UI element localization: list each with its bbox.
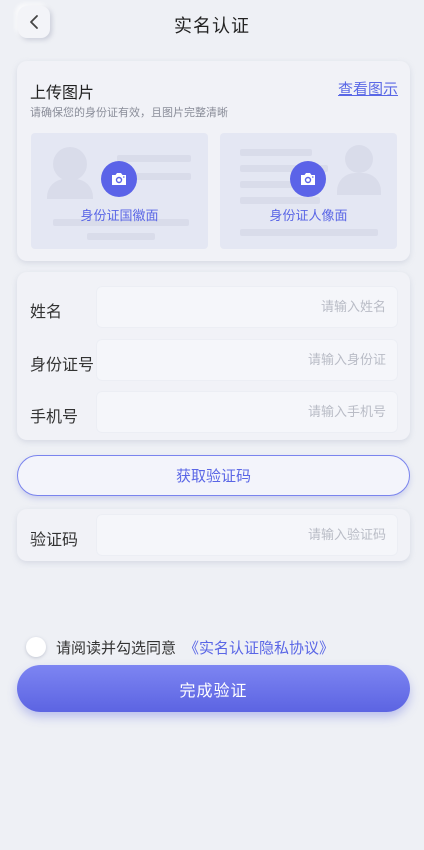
upload-hint: 请确保您的身份证有效，且图片完整清晰 [30,106,228,119]
camera-icon [301,173,315,185]
code-input[interactable] [96,514,398,556]
phone-label: 手机号 [30,407,79,426]
id-card-emblem-label: 身份证国徽面 [80,209,159,224]
camera-button[interactable] [290,161,326,197]
upload-title: 上传图片 [30,83,95,102]
name-label: 姓名 [30,302,63,321]
agreement-row: 请阅读并勾选同意 《实名认证隐私协议》 [26,635,334,659]
placeholder-portrait-head [53,147,87,181]
placeholder-portrait-body [337,173,381,195]
camera-icon [112,173,126,185]
verification-code-card: 验证码 [17,509,410,561]
agreement-text: 请阅读并勾选同意 [56,638,177,657]
placeholder-line [240,229,378,236]
phone-row: 手机号 [17,389,410,437]
placeholder-line [240,149,312,156]
camera-button[interactable] [101,161,137,197]
phone-input[interactable] [96,391,398,433]
name-input[interactable] [96,286,398,328]
code-label: 验证码 [30,530,79,549]
id-card-emblem-upload[interactable]: 身份证国徽面 [31,133,208,249]
name-row: 姓名 [17,284,410,332]
id-card-portrait-label: 身份证人像面 [269,209,348,224]
placeholder-portrait-body [47,179,93,199]
placeholder-line [117,155,191,162]
id-number-row: 身份证号 [17,337,410,385]
agreement-checkbox[interactable] [26,637,46,657]
placeholder-line [240,197,320,204]
page-title: 实名认证 [174,16,250,37]
submit-button[interactable]: 完成验证 [17,665,410,712]
id-number-input[interactable] [96,339,398,381]
identity-form: 姓名 身份证号 手机号 [17,272,410,440]
placeholder-line [87,233,155,240]
code-row: 验证码 [17,512,410,560]
upload-card: 上传图片 请确保您的身份证有效，且图片完整清晰 查看图示 身份证国徽面 身份证人… [17,61,410,261]
placeholder-portrait-head [345,145,373,173]
id-number-label: 身份证号 [30,355,95,374]
id-card-portrait-upload[interactable]: 身份证人像面 [220,133,397,249]
privacy-agreement-link[interactable]: 《实名认证隐私协议》 [184,637,334,658]
get-code-button[interactable]: 获取验证码 [17,455,410,496]
top-bar: 实名认证 [0,0,424,52]
view-sample-link[interactable]: 查看图示 [338,78,398,99]
